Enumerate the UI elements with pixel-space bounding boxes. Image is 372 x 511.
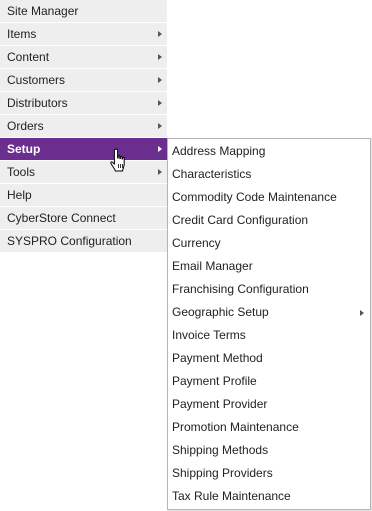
menu-item-items[interactable]: Items <box>0 23 167 46</box>
chevron-right-icon <box>158 54 162 60</box>
menu-item-label: Content <box>7 50 50 64</box>
submenu-item-shipping-providers[interactable]: Shipping Providers <box>168 462 370 485</box>
submenu-item-payment-provider[interactable]: Payment Provider <box>168 393 370 416</box>
submenu-item-invoice-terms[interactable]: Invoice Terms <box>168 324 370 347</box>
menu-item-cyberstore-connect[interactable]: CyberStore Connect <box>0 207 167 230</box>
submenu-item-currency[interactable]: Currency <box>168 232 370 255</box>
submenu-item-email-manager[interactable]: Email Manager <box>168 255 370 278</box>
menu-item-label: Customers <box>7 73 66 87</box>
menu-stage: Site Manager Items Content Customers Dis… <box>0 0 372 511</box>
submenu-item-franchising-configuration[interactable]: Franchising Configuration <box>168 278 370 301</box>
menu-item-setup[interactable]: Setup <box>0 138 167 161</box>
submenu-item-characteristics[interactable]: Characteristics <box>168 163 370 186</box>
menu-item-label: Orders <box>7 119 44 133</box>
setup-submenu: Address Mapping Characteristics Commodit… <box>167 138 371 510</box>
submenu-item-credit-card-configuration[interactable]: Credit Card Configuration <box>168 209 370 232</box>
menu-item-label: Site Manager <box>7 4 79 18</box>
submenu-item-label: Franchising Configuration <box>172 282 309 296</box>
submenu-item-payment-method[interactable]: Payment Method <box>168 347 370 370</box>
submenu-item-label: Credit Card Configuration <box>172 213 309 227</box>
submenu-item-promotion-maintenance[interactable]: Promotion Maintenance <box>168 416 370 439</box>
submenu-item-label: Currency <box>172 236 221 250</box>
submenu-item-shipping-methods[interactable]: Shipping Methods <box>168 439 370 462</box>
menu-item-syspro-configuration[interactable]: SYSPRO Configuration <box>0 230 167 253</box>
submenu-item-label: Tax Rule Maintenance <box>172 489 291 503</box>
submenu-item-label: Geographic Setup <box>172 305 269 319</box>
menu-item-help[interactable]: Help <box>0 184 167 207</box>
menu-item-label: SYSPRO Configuration <box>7 234 132 248</box>
menu-item-label: Setup <box>7 142 41 156</box>
menu-item-customers[interactable]: Customers <box>0 69 167 92</box>
submenu-item-label: Invoice Terms <box>172 328 246 342</box>
menu-item-content[interactable]: Content <box>0 46 167 69</box>
submenu-item-label: Payment Method <box>172 351 263 365</box>
menu-item-label: Tools <box>7 165 36 179</box>
chevron-right-icon <box>158 146 162 152</box>
menu-item-orders[interactable]: Orders <box>0 115 167 138</box>
menu-item-label: CyberStore Connect <box>7 211 116 225</box>
main-menu: Site Manager Items Content Customers Dis… <box>0 0 167 253</box>
hand-pointer-icon <box>110 148 125 172</box>
menu-item-tools[interactable]: Tools <box>0 161 167 184</box>
submenu-item-tax-rule-maintenance[interactable]: Tax Rule Maintenance <box>168 485 370 508</box>
chevron-right-icon <box>158 77 162 83</box>
submenu-item-address-mapping[interactable]: Address Mapping <box>168 140 370 163</box>
submenu-item-label: Shipping Providers <box>172 466 273 480</box>
submenu-item-payment-profile[interactable]: Payment Profile <box>168 370 370 393</box>
submenu-item-label: Shipping Methods <box>172 443 269 457</box>
menu-item-distributors[interactable]: Distributors <box>0 92 167 115</box>
submenu-item-label: Promotion Maintenance <box>172 420 299 434</box>
submenu-item-commodity-code-maintenance[interactable]: Commodity Code Maintenance <box>168 186 370 209</box>
menu-item-site-manager[interactable]: Site Manager <box>0 0 167 23</box>
submenu-item-geographic-setup[interactable]: Geographic Setup <box>168 301 370 324</box>
menu-item-label: Distributors <box>7 96 68 110</box>
submenu-item-label: Payment Profile <box>172 374 257 388</box>
submenu-item-label: Commodity Code Maintenance <box>172 190 337 204</box>
submenu-item-label: Email Manager <box>172 259 253 273</box>
menu-item-label: Help <box>7 188 32 202</box>
submenu-item-label: Payment Provider <box>172 397 268 411</box>
chevron-right-icon <box>360 310 364 316</box>
chevron-right-icon <box>158 31 162 37</box>
chevron-right-icon <box>158 169 162 175</box>
chevron-right-icon <box>158 100 162 106</box>
submenu-item-label: Address Mapping <box>172 144 266 158</box>
chevron-right-icon <box>158 123 162 129</box>
menu-item-label: Items <box>7 27 37 41</box>
submenu-item-label: Characteristics <box>172 167 252 181</box>
